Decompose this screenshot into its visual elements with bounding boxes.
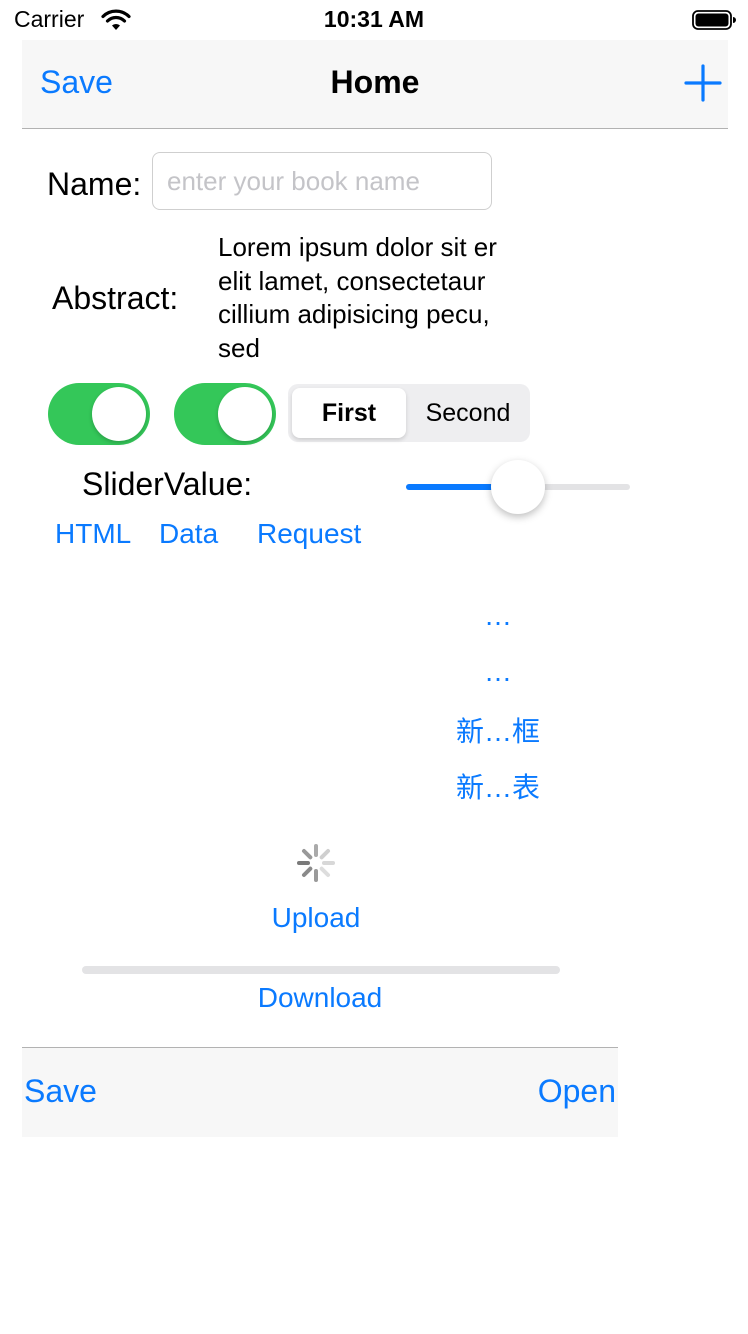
toggle-switch-2[interactable] (174, 383, 276, 445)
alert-textfield-button[interactable]: 新…框 (448, 710, 548, 750)
request-button[interactable]: Request (257, 518, 361, 550)
status-time: 10:31 AM (323, 6, 425, 32)
name-label: Name: (47, 166, 142, 202)
abstract-text: Lorem ipsum dolor sit er elit lamet, con… (218, 232, 497, 363)
nav-title: Home (330, 64, 420, 100)
name-input[interactable] (153, 153, 491, 209)
segment-second[interactable]: Second (410, 388, 526, 438)
data-button[interactable]: Data (159, 518, 218, 550)
segment-first[interactable]: First (292, 388, 406, 438)
name-field[interactable] (152, 152, 492, 210)
slider-label: SliderValue: (82, 466, 253, 502)
slider-thumb[interactable] (491, 460, 545, 514)
bottom-toolbar: Save Open (22, 1047, 618, 1137)
abstract-label: Abstract: (52, 280, 179, 316)
download-button[interactable]: Download (0, 982, 640, 1014)
switch-knob (92, 387, 146, 441)
toolbar-save-button[interactable]: Save (24, 1073, 97, 1110)
toggle-switch-1[interactable] (48, 383, 150, 445)
nav-save-button[interactable]: Save (40, 64, 113, 101)
upload-button[interactable]: Upload (0, 902, 632, 934)
activity-spinner-icon (297, 844, 335, 882)
switch-knob (218, 387, 272, 441)
segmented-control: First Second (288, 384, 530, 442)
menu-button-2[interactable]: … (448, 656, 548, 688)
menu-button-1[interactable]: … (448, 600, 548, 632)
progress-bar (82, 966, 560, 974)
html-button[interactable]: HTML (55, 518, 131, 550)
navigation-bar: Home Save (22, 40, 728, 129)
status-bar: Carrier 10:31 AM (0, 0, 748, 40)
toolbar-open-button[interactable]: Open (538, 1073, 616, 1110)
battery-icon (692, 10, 736, 30)
value-slider[interactable] (406, 456, 630, 516)
action-sheet-button[interactable]: 新…表 (448, 766, 548, 806)
plus-icon[interactable] (684, 64, 722, 102)
